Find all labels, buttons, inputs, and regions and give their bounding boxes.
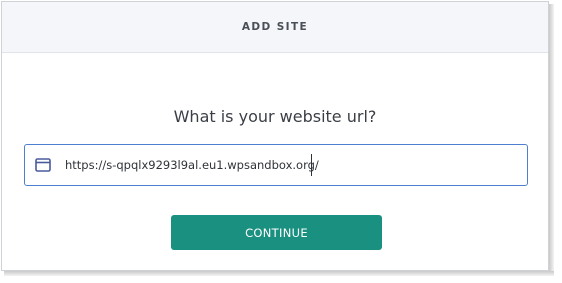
text-cursor — [311, 154, 312, 176]
website-url-input[interactable] — [65, 154, 515, 176]
url-question-label: What is your website url? — [173, 107, 377, 126]
frame-shadow-bottom — [4, 271, 554, 276]
frame-shadow-right — [549, 4, 554, 274]
dialog-header: ADD SITE — [2, 2, 548, 53]
website-url-field[interactable] — [24, 144, 528, 186]
dialog-title: ADD SITE — [241, 21, 309, 33]
continue-button[interactable]: CONTINUE — [171, 215, 382, 250]
add-site-dialog: ADD SITE What is your website url? CONTI… — [1, 1, 549, 271]
browser-window-icon — [35, 157, 51, 173]
